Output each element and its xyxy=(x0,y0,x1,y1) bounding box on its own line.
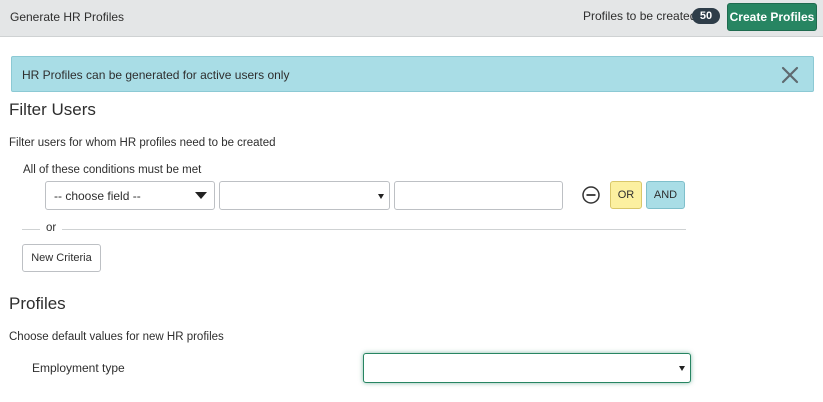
new-criteria-button[interactable]: New Criteria xyxy=(22,244,101,272)
alert-message: HR Profiles can be generated for active … xyxy=(22,68,290,82)
operator-select[interactable] xyxy=(219,181,390,210)
minus-circle-icon[interactable] xyxy=(581,185,601,205)
profiles-count-badge: 50 xyxy=(692,8,720,24)
profiles-count-label: Profiles to be created xyxy=(583,9,697,23)
criteria-divider xyxy=(22,229,686,230)
header-bar: Generate HR Profiles Profiles to be crea… xyxy=(0,0,823,37)
profiles-heading: Profiles xyxy=(9,294,66,313)
employment-type-select[interactable] xyxy=(363,353,691,383)
conditions-label: All of these conditions must be met xyxy=(23,164,202,176)
chevron-down-icon xyxy=(378,194,384,199)
choose-field-select[interactable]: -- choose field -- xyxy=(45,181,215,210)
chevron-down-icon xyxy=(679,366,685,371)
and-button[interactable]: AND xyxy=(646,181,685,209)
profiles-description: Choose default values for new HR profile… xyxy=(9,331,224,343)
filter-users-heading: Filter Users xyxy=(9,100,96,119)
create-profiles-button[interactable]: Create Profiles xyxy=(727,3,817,31)
chevron-down-icon xyxy=(195,192,207,199)
or-button[interactable]: OR xyxy=(610,181,642,209)
choose-field-value: -- choose field -- xyxy=(54,189,141,203)
page-title: Generate HR Profiles xyxy=(10,10,125,24)
condition-value-input[interactable] xyxy=(394,181,563,210)
or-separator: or xyxy=(40,222,63,234)
employment-type-label: Employment type xyxy=(32,361,125,375)
close-icon[interactable] xyxy=(778,63,802,87)
filter-users-description: Filter users for whom HR profiles need t… xyxy=(9,137,276,149)
info-alert: HR Profiles can be generated for active … xyxy=(11,56,814,92)
